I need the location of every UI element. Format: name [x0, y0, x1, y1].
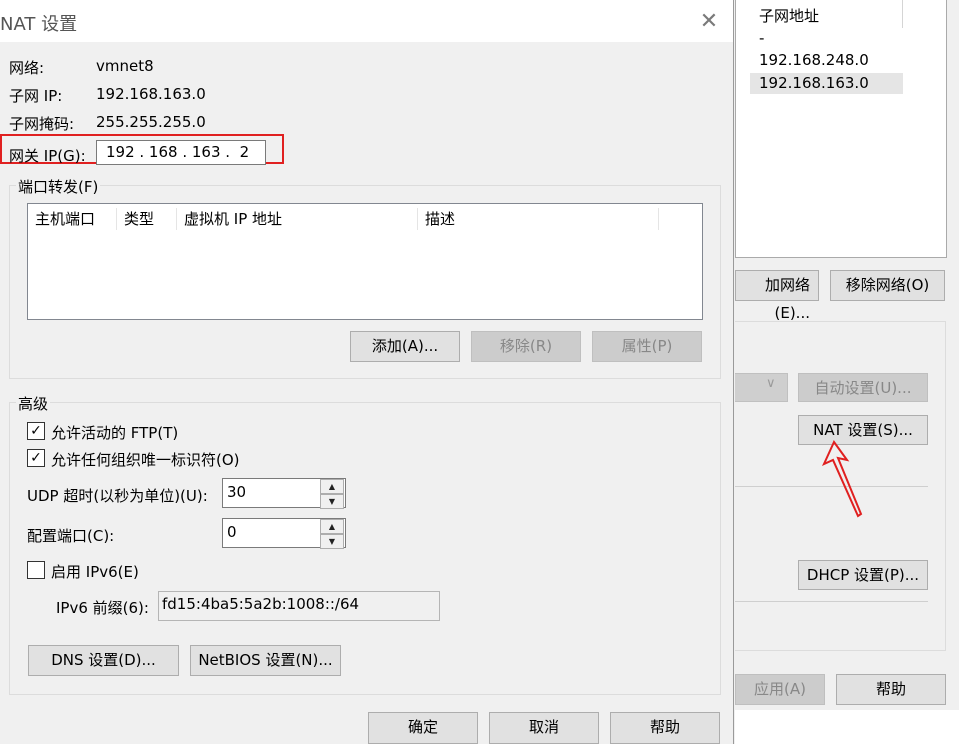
dialog-titlebar[interactable] [0, 0, 733, 42]
gateway-ip-field[interactable]: 192 . 168 . 163 . 2 [96, 140, 266, 165]
red-arrow-annotation [822, 440, 863, 518]
netbios-settings-button[interactable]: NetBIOS 设置(N)... [190, 645, 341, 676]
remove-network-button[interactable]: 移除网络(O) [830, 270, 945, 301]
dhcp-settings-button[interactable]: DHCP 设置(P)... [798, 560, 928, 590]
subnet-ip-value: 192.168.163.0 [96, 85, 206, 103]
add-button[interactable]: 添加(A)... [350, 331, 460, 362]
list-row-subnet-selected[interactable]: 192.168.163.0 [750, 73, 903, 94]
gateway-ip-label: 网关 IP(G): [9, 147, 86, 165]
nat-settings-dialog: NAT 设置 ✕ 网络: vmnet8 子网 IP: 192.168.163.0… [0, 0, 734, 744]
udp-timeout-stepper[interactable]: ▲ ▼ [320, 479, 344, 509]
column-header-vm-ip[interactable]: 虚拟机 IP 地址 [177, 208, 418, 230]
subnet-ip-label: 子网 IP: [9, 87, 63, 105]
dns-settings-button[interactable]: DNS 设置(D)... [28, 645, 179, 676]
help-button[interactable]: 帮助 [610, 712, 720, 744]
spin-up-icon[interactable]: ▲ [320, 519, 344, 534]
subnet-mask-value: 255.255.255.0 [96, 113, 206, 131]
properties-button[interactable]: 属性(P) [592, 331, 702, 362]
allow-ftp-checkbox[interactable]: ✓ [27, 422, 45, 440]
port-forwarding-title: 端口转发(F) [16, 176, 101, 197]
subnet-mask-label: 子网掩码: [9, 115, 75, 133]
column-header-type[interactable]: 类型 [117, 208, 177, 230]
network-value: vmnet8 [96, 57, 154, 75]
apply-button[interactable]: 应用(A) [735, 674, 825, 705]
spin-down-icon[interactable]: ▼ [320, 494, 344, 509]
add-network-button[interactable]: 加网络(E)... [735, 270, 819, 322]
close-icon[interactable]: ✕ [697, 9, 721, 34]
column-header-subnet-address[interactable]: 子网地址 [750, 0, 903, 28]
ipv6-prefix-field[interactable]: fd15:4ba5:5a2b:1008::/64 [158, 591, 440, 621]
ipv6-prefix-label: IPv6 前缀(6): [56, 599, 149, 617]
allow-uuid-checkbox[interactable]: ✓ [27, 449, 45, 467]
remove-button[interactable]: 移除(R) [471, 331, 581, 362]
auto-settings-button[interactable]: 自动设置(U)... [798, 373, 928, 402]
dialog-title: NAT 设置 [0, 14, 78, 35]
allow-uuid-label[interactable]: 允许任何组织唯一标识符(O) [51, 449, 240, 470]
divider [735, 601, 928, 602]
allow-ftp-label[interactable]: 允许活动的 FTP(T) [51, 422, 178, 443]
spin-up-icon[interactable]: ▲ [320, 479, 344, 494]
adapter-combo[interactable] [735, 373, 788, 402]
cancel-button[interactable]: 取消 [489, 712, 599, 744]
ok-button[interactable]: 确定 [368, 712, 478, 744]
port-forwarding-list[interactable]: 主机端口 类型 虚拟机 IP 地址 描述 [27, 203, 703, 320]
network-label: 网络: [9, 59, 45, 77]
config-port-label: 配置端口(C): [27, 527, 115, 545]
udp-timeout-label: UDP 超时(以秒为单位)(U): [27, 487, 208, 505]
advanced-title: 高级 [16, 393, 51, 414]
enable-ipv6-label[interactable]: 启用 IPv6(E) [51, 561, 139, 582]
column-header-host-port[interactable]: 主机端口 [28, 208, 117, 230]
list-row-subnet[interactable]: 192.168.248.0 [750, 50, 903, 71]
config-port-stepper[interactable]: ▲ ▼ [320, 519, 344, 549]
checkmark-icon: ✓ [30, 450, 42, 466]
checkmark-icon: ✓ [30, 423, 42, 439]
chevron-down-icon: ∨ [766, 376, 776, 391]
list-row-subnet[interactable]: - [750, 28, 903, 49]
column-header-description[interactable]: 描述 [418, 208, 659, 230]
enable-ipv6-checkbox[interactable] [27, 561, 45, 579]
spin-down-icon[interactable]: ▼ [320, 534, 344, 549]
help-button[interactable]: 帮助 [836, 674, 946, 705]
taskbar-strip [735, 710, 959, 744]
